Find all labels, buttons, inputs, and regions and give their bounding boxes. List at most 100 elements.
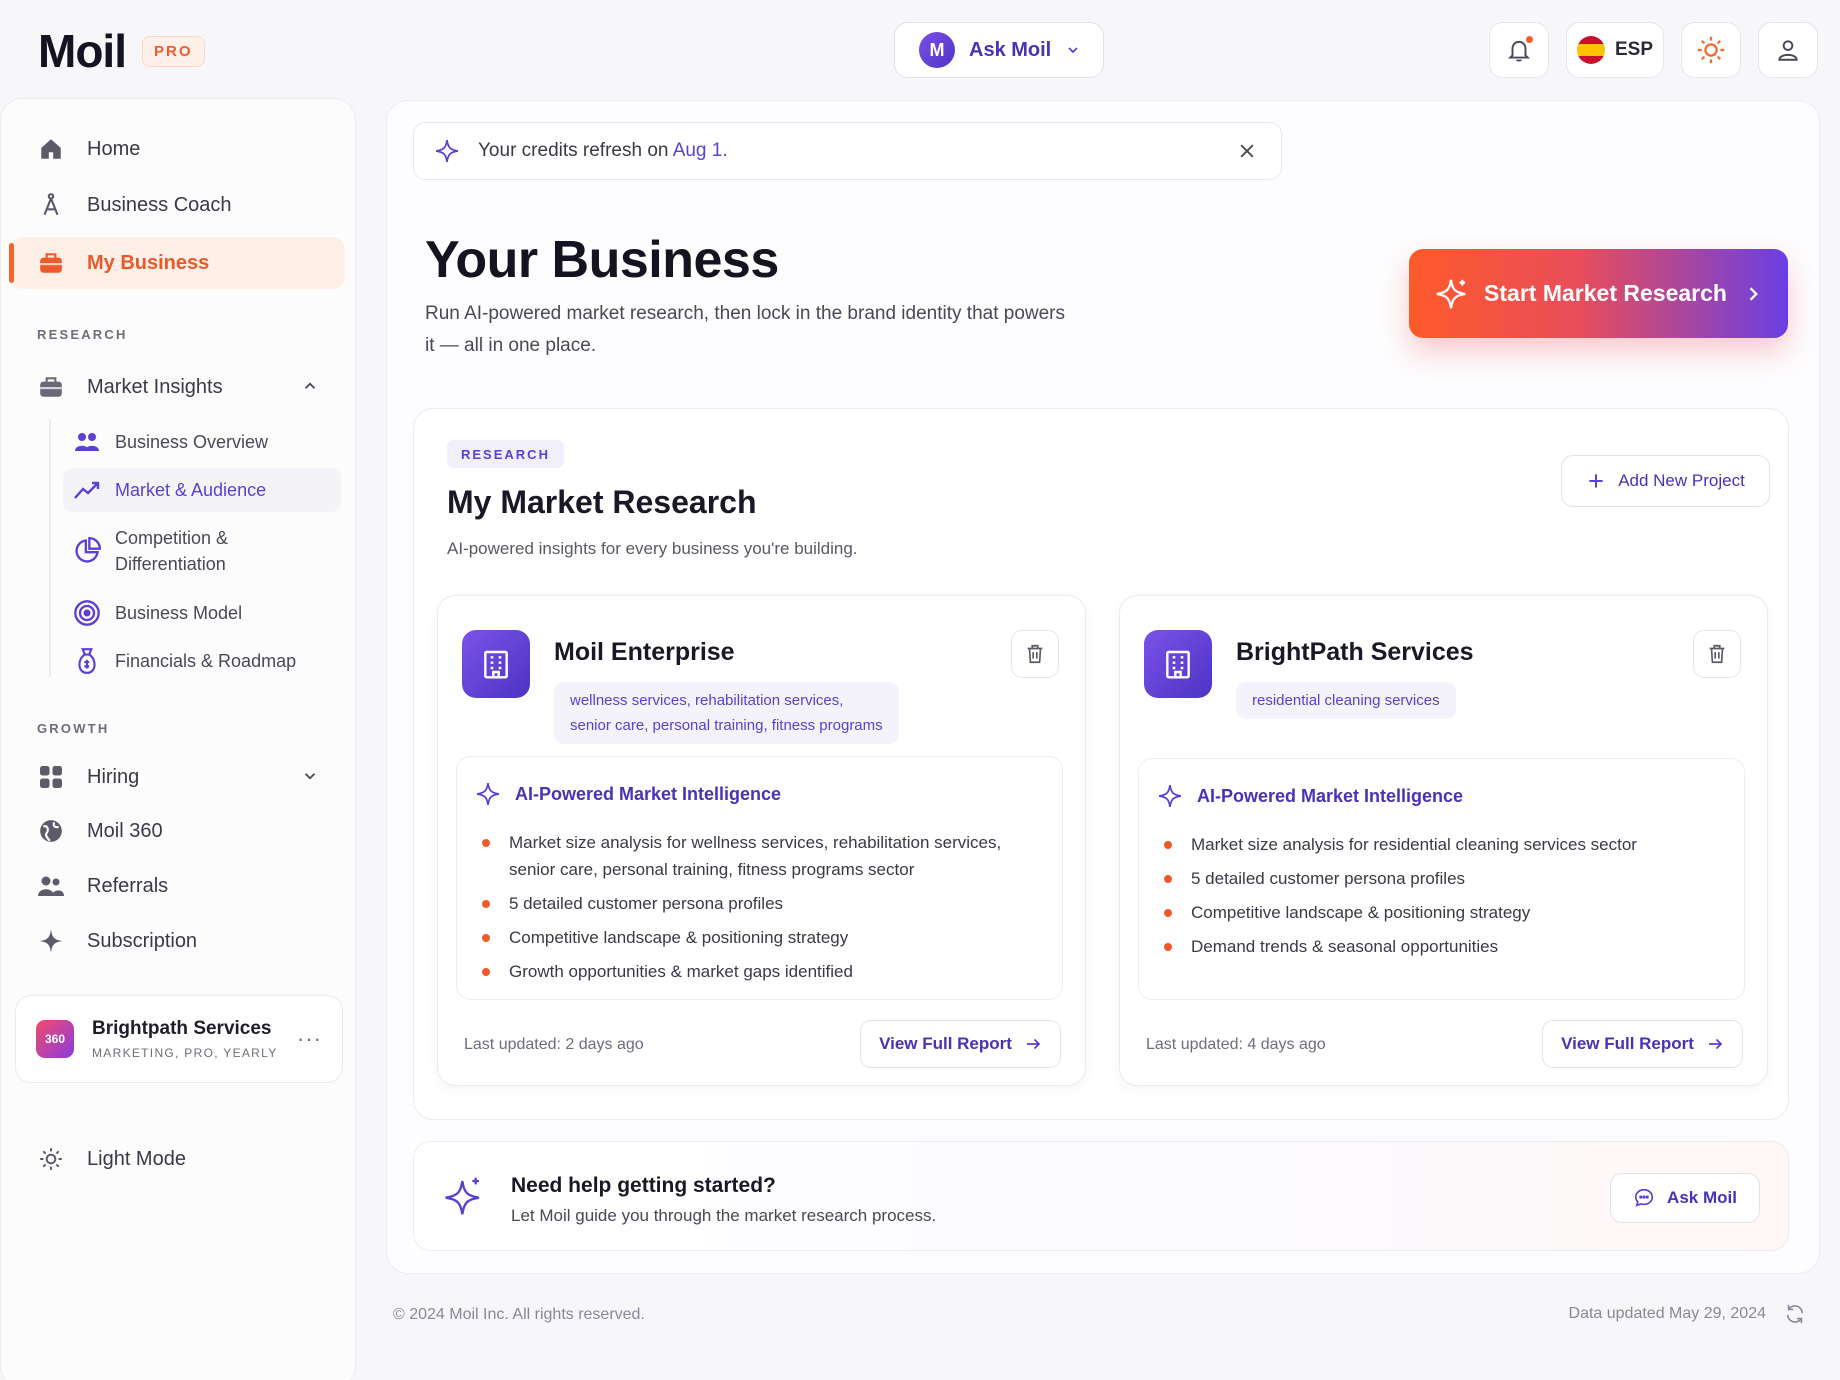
ask-moil-dropdown[interactable]: M Ask Moil (894, 22, 1104, 78)
data-updated: Data updated May 29, 2024 (1569, 1303, 1806, 1325)
view-report-label: View Full Report (879, 1034, 1012, 1053)
sidebar-item-business-overview[interactable]: Business Overview (63, 421, 341, 463)
sidebar-item-label: Business Coach (87, 193, 232, 216)
sparkle-icon (444, 1176, 484, 1216)
view-full-report-button[interactable]: View Full Report (860, 1020, 1061, 1068)
data-updated-text: Data updated May 29, 2024 (1568, 1305, 1766, 1322)
research-title: My Market Research (447, 484, 757, 520)
copyright: © 2024 Moil Inc. All rights reserved. (393, 1306, 645, 1323)
list-item: Growth opportunities & market gaps ident… (479, 958, 1038, 985)
spain-flag-icon (1576, 36, 1605, 64)
list-item: 5 detailed customer persona profiles (1161, 865, 1720, 892)
credits-banner: Your credits refresh on Aug 1. (413, 122, 1282, 180)
sidebar-item-moil-360[interactable]: Moil 360 (11, 805, 345, 857)
pie-chart-icon (73, 537, 101, 565)
start-market-research-button[interactable]: Start Market Research (1409, 249, 1788, 338)
users-icon (37, 872, 65, 900)
home-icon (37, 135, 65, 163)
chevron-down-icon[interactable] (301, 767, 319, 785)
finance-icon (73, 647, 101, 675)
more-options-icon[interactable]: ··· (297, 1026, 322, 1052)
globe-icon (37, 817, 65, 845)
ask-moil-button[interactable]: Ask Moil (1610, 1173, 1760, 1223)
light-mode-toggle[interactable]: Light Mode (11, 1133, 345, 1185)
sidebar-item-label: Home (87, 137, 141, 160)
add-new-project-label: Add New Project (1618, 471, 1745, 490)
intel-list: Market size analysis for residential cle… (1161, 831, 1720, 967)
account-switcher[interactable]: 360 Brightpath Services MARKETING, PRO, … (15, 995, 343, 1083)
account-name: Brightpath Services (92, 1018, 272, 1039)
arrow-right-icon (1024, 1035, 1042, 1053)
sidebar-item-referrals[interactable]: Referrals (11, 860, 345, 912)
sidebar-item-market-audience[interactable]: Market & Audience (63, 468, 341, 512)
trash-icon (1709, 644, 1725, 664)
theme-button[interactable] (1681, 22, 1741, 78)
market-intelligence-box: AI-Powered Market Intelligence Market si… (1138, 758, 1745, 1000)
sidebar-item-my-business[interactable]: My Business (9, 237, 345, 289)
sun-icon (37, 1145, 65, 1173)
page-subtitle: Run AI-powered market research, then loc… (425, 303, 1066, 356)
chevron-right-icon (1743, 284, 1763, 304)
sidebar-item-subscription[interactable]: Subscription (11, 915, 345, 967)
refresh-icon[interactable] (1784, 1303, 1806, 1325)
project-card-moil-enterprise: Moil Enterprise wellness services, rehab… (437, 595, 1086, 1086)
sidebar-item-label: Subscription (87, 929, 198, 952)
delete-project-button[interactable] (1011, 630, 1059, 678)
list-item: Market size analysis for wellness servic… (479, 829, 1038, 883)
sidebar-item-label: Business Overview (115, 431, 269, 452)
sidebar: Home Business Coach My Business RESEARCH… (0, 98, 356, 1380)
assistant-avatar: M (919, 32, 955, 68)
project-tags: wellness services, rehabilitation servic… (554, 682, 899, 744)
language-label: ESP (1614, 39, 1654, 60)
project-name: BrightPath Services (1236, 638, 1474, 666)
briefcase-icon (37, 373, 65, 401)
view-full-report-button[interactable]: View Full Report (1542, 1020, 1743, 1068)
chevron-up-icon[interactable] (301, 377, 319, 395)
delete-project-button[interactable] (1693, 630, 1741, 678)
sidebar-item-label: Market & Audience (115, 479, 267, 500)
research-subtitle: AI-powered insights for every business y… (447, 539, 858, 558)
sidebar-item-business-coach[interactable]: Business Coach (11, 179, 345, 231)
sidebar-item-financials[interactable]: Financials & Roadmap (63, 640, 341, 682)
sidebar-item-label: Referrals (87, 874, 169, 897)
account-badge: 360 (36, 1020, 74, 1058)
last-updated: Last updated: 4 days ago (1146, 1036, 1326, 1053)
notifications-button[interactable] (1489, 22, 1549, 78)
sidebar-item-competition[interactable]: Competition & Differentiation (63, 517, 341, 585)
profile-button[interactable] (1758, 22, 1818, 78)
close-icon[interactable] (1237, 141, 1257, 161)
ask-moil-label: Ask Moil (1667, 1188, 1737, 1207)
chat-icon (1633, 1187, 1655, 1209)
cta-label: Start Market Research (1484, 280, 1727, 306)
sparkle-icon (1157, 783, 1183, 809)
list-item: 5 detailed customer persona profiles (479, 890, 1038, 917)
submenu-rail (49, 419, 51, 677)
intel-list: Market size analysis for wellness servic… (479, 829, 1038, 992)
grid-icon (37, 763, 65, 791)
sidebar-item-label: Moil 360 (87, 819, 163, 842)
building-icon (1144, 630, 1212, 698)
moil-logo[interactable]: Moil (38, 24, 127, 78)
language-selector[interactable]: ESP (1566, 22, 1664, 78)
sparkle-icon (434, 138, 460, 164)
tag-line: wellness services, rehabilitation servic… (570, 692, 844, 709)
sidebar-item-label: Financials & Roadmap (115, 650, 297, 671)
sidebar-item-market-insights[interactable]: Market Insights (11, 361, 345, 413)
sidebar-item-business-model[interactable]: Business Model (63, 592, 341, 634)
list-item: Demand trends & seasonal opportunities (1161, 933, 1720, 960)
section-label-growth: GROWTH (37, 721, 110, 736)
view-report-label: View Full Report (1561, 1034, 1694, 1053)
people-icon (73, 428, 101, 456)
sidebar-item-hiring[interactable]: Hiring (11, 751, 345, 803)
briefcase-icon (37, 249, 65, 277)
tag-line: senior care, personal training, fitness … (570, 717, 883, 734)
arrow-right-icon (1706, 1035, 1724, 1053)
notification-dot (1524, 34, 1535, 45)
add-new-project-button[interactable]: Add New Project (1561, 455, 1770, 507)
help-banner: Need help getting started? Let Moil guid… (413, 1141, 1789, 1251)
help-title: Need help getting started? (511, 1174, 776, 1197)
sidebar-item-label: Light Mode (87, 1147, 186, 1170)
plan-badge: PRO (141, 35, 205, 67)
sidebar-item-home[interactable]: Home (11, 123, 345, 175)
help-subtitle: Let Moil guide you through the market re… (511, 1206, 937, 1225)
